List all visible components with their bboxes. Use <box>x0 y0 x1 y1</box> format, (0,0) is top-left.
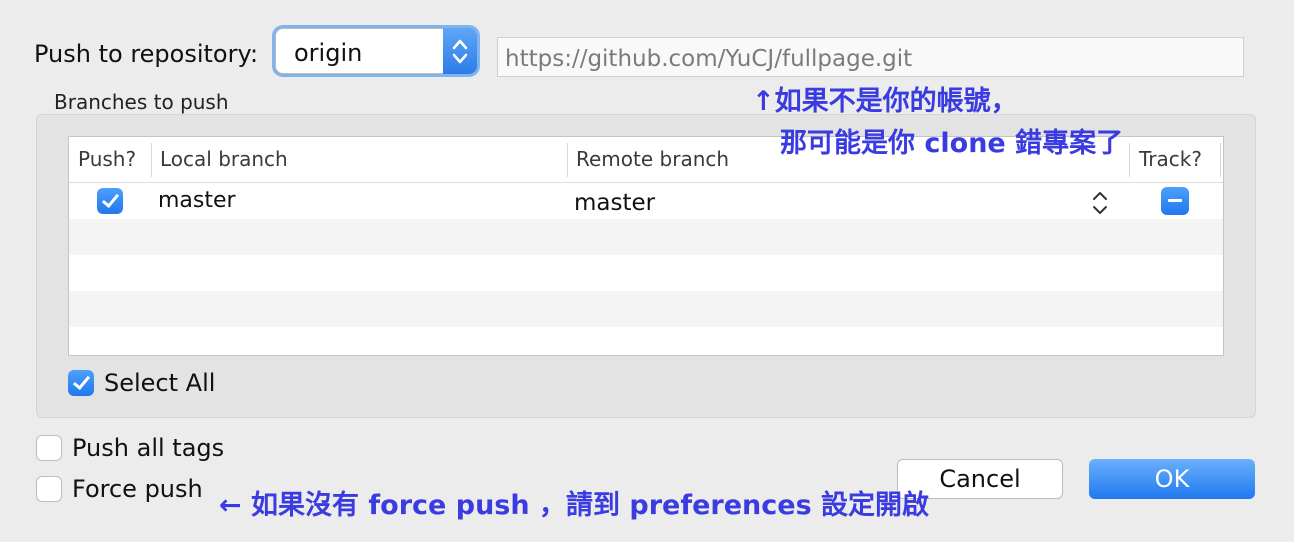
repo-label: Push to repository: <box>34 40 259 68</box>
col-divider <box>1129 143 1130 177</box>
repo-select[interactable]: origin <box>275 28 477 74</box>
select-all-label[interactable]: Select All <box>104 369 215 397</box>
col-divider <box>567 143 568 177</box>
force-push-note: ← 如果沒有 force push ，請到 preferences 設定開啟 <box>219 490 930 521</box>
col-push[interactable]: Push? <box>78 147 136 171</box>
remote-branch-updown-icon[interactable] <box>1092 190 1108 216</box>
remote-branch-cell[interactable]: master <box>574 190 655 216</box>
table-row[interactable]: master master <box>69 183 1223 219</box>
track-checkbox-mixed[interactable] <box>1161 187 1189 215</box>
force-push-label[interactable]: Force push <box>72 475 203 503</box>
account-note-line2: 那可能是你 clone 錯專案了 <box>780 128 1124 159</box>
col-divider <box>151 143 152 177</box>
repo-select-value: origin <box>294 39 363 67</box>
branches-group-title: Branches to push <box>54 90 229 114</box>
select-all-checkbox[interactable] <box>68 370 94 396</box>
branches-table: Push? Local branch Remote branch Track? … <box>68 136 1224 356</box>
local-branch-cell: master <box>158 188 236 213</box>
repo-url-text: https://github.com/YuCJ/fullpage.git <box>505 46 913 72</box>
account-note-line1: ↑如果不是你的帳號， <box>752 86 1018 117</box>
push-all-tags-checkbox[interactable] <box>36 435 62 461</box>
select-arrows-icon[interactable] <box>443 28 477 74</box>
empty-row <box>69 219 1223 255</box>
ok-button[interactable]: OK <box>1089 459 1255 499</box>
empty-row <box>69 291 1223 327</box>
col-track[interactable]: Track? <box>1139 147 1202 171</box>
empty-row <box>69 327 1223 355</box>
repo-url-field[interactable]: https://github.com/YuCJ/fullpage.git <box>497 37 1244 77</box>
col-divider <box>1220 143 1221 177</box>
col-remote-branch[interactable]: Remote branch <box>576 147 729 171</box>
push-all-tags-label[interactable]: Push all tags <box>72 434 224 462</box>
empty-row <box>69 255 1223 291</box>
force-push-checkbox[interactable] <box>36 476 62 502</box>
col-local-branch[interactable]: Local branch <box>160 147 288 171</box>
push-checkbox[interactable] <box>97 188 123 214</box>
